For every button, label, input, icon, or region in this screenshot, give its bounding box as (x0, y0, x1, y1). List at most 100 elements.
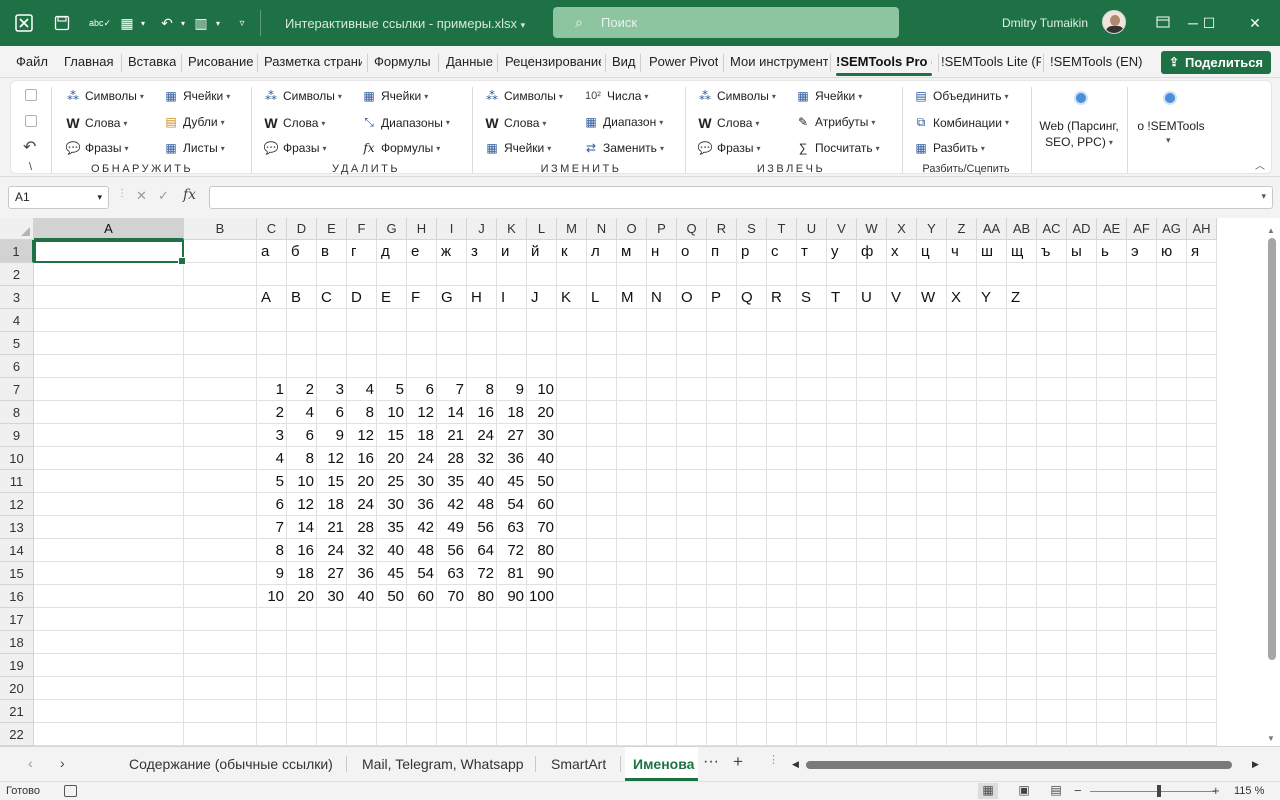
split-split-button[interactable]: ▦ Разбить ▾ (913, 141, 985, 155)
change-range-button[interactable]: ▦ Диапазон ▾ (583, 115, 663, 129)
cell[interactable]: 9 (317, 424, 347, 447)
cell[interactable]: 24 (467, 424, 497, 447)
column-header[interactable]: F (347, 218, 377, 240)
cell[interactable]: ш (977, 240, 1007, 263)
cell[interactable]: 40 (467, 470, 497, 493)
checkbox[interactable] (25, 115, 37, 127)
cell[interactable]: щ (1007, 240, 1037, 263)
detect-words-button[interactable]: W Слова ▾ (65, 115, 127, 131)
cell[interactable]: S (797, 286, 827, 309)
cell[interactable]: 70 (527, 516, 557, 539)
cell[interactable]: л (587, 240, 617, 263)
tab-page-layout[interactable]: Разметка страни (264, 54, 362, 69)
cell[interactable]: ю (1157, 240, 1187, 263)
cell[interactable]: L (587, 286, 617, 309)
cell[interactable]: 18 (317, 493, 347, 516)
cell[interactable]: 40 (527, 447, 557, 470)
cell[interactable]: U (857, 286, 887, 309)
tab-draw[interactable]: Рисование (188, 54, 253, 69)
cell[interactable]: O (677, 286, 707, 309)
cell[interactable]: 8 (257, 539, 287, 562)
cell[interactable]: 20 (527, 401, 557, 424)
row-header[interactable]: 12 (0, 493, 34, 516)
cell[interactable]: 54 (497, 493, 527, 516)
cell[interactable]: 12 (407, 401, 437, 424)
cell[interactable]: 28 (437, 447, 467, 470)
chevron-down-icon[interactable]: ▾ (137, 12, 149, 34)
cell[interactable]: 16 (347, 447, 377, 470)
cell[interactable]: F (407, 286, 437, 309)
row-header[interactable]: 13 (0, 516, 34, 539)
cell[interactable]: 72 (497, 539, 527, 562)
vertical-scrollbar[interactable]: ▲ ▼ (1264, 226, 1280, 746)
column-header[interactable]: T (767, 218, 797, 240)
column-header[interactable]: L (527, 218, 557, 240)
checkbox[interactable] (25, 89, 37, 101)
cell[interactable]: E (377, 286, 407, 309)
cell[interactable]: V (887, 286, 917, 309)
column-header[interactable]: K (497, 218, 527, 240)
cell[interactable]: P (707, 286, 737, 309)
cell[interactable]: 4 (347, 378, 377, 401)
chevron-down-icon[interactable]: ▾ (1166, 135, 1171, 146)
cell[interactable]: 4 (287, 401, 317, 424)
cell[interactable]: ъ (1037, 240, 1067, 263)
spreadsheet-grid[interactable]: A B C D E F G H I J K L M N O P Q R S T U V W X Y Z AA AB AC AD AE AF AG… (0, 218, 1280, 746)
sheet-tab-mail[interactable]: Mail, Telegram, Whatsapp (362, 747, 524, 781)
columns-icon[interactable]: ▥ (191, 12, 211, 34)
row-header[interactable]: 15 (0, 562, 34, 585)
row-header[interactable]: 7 (0, 378, 34, 401)
undo-icon[interactable]: ↶ (157, 12, 177, 34)
cell[interactable]: 6 (317, 401, 347, 424)
select-all-button[interactable] (0, 218, 34, 240)
cell[interactable]: 60 (407, 585, 437, 608)
cell[interactable]: 36 (497, 447, 527, 470)
scroll-up-icon[interactable]: ▲ (1267, 226, 1275, 235)
extract-symbols-button[interactable]: ⁂ Символы ▾ (697, 89, 776, 103)
column-header[interactable]: Y (917, 218, 947, 240)
cell[interactable]: 20 (287, 585, 317, 608)
column-header[interactable]: W (857, 218, 887, 240)
zoom-out-button[interactable]: − (1074, 783, 1082, 798)
cell[interactable]: э (1127, 240, 1157, 263)
cell[interactable]: 8 (467, 378, 497, 401)
cell[interactable]: 63 (497, 516, 527, 539)
cell[interactable]: X (947, 286, 977, 309)
about-semtools-button[interactable]: о !SEMTools (1133, 119, 1209, 133)
cell[interactable]: 16 (467, 401, 497, 424)
detect-symbols-button[interactable]: ⁂ Символы ▾ (65, 89, 144, 103)
customize-toolbar-icon[interactable]: ▿ (234, 12, 250, 34)
row-header[interactable]: 9 (0, 424, 34, 447)
chevron-down-icon[interactable]: ▾ (212, 12, 224, 34)
undo-icon[interactable]: ↶ (23, 137, 36, 157)
cell[interactable]: 6 (407, 378, 437, 401)
cell[interactable]: о (677, 240, 707, 263)
cell[interactable]: 6 (257, 493, 287, 516)
horizontal-scrollbar[interactable]: ◀ ▶ (792, 756, 1262, 772)
cell[interactable]: 27 (317, 562, 347, 585)
cell[interactable]: 18 (287, 562, 317, 585)
vertical-scroll-thumb[interactable] (1268, 238, 1276, 660)
column-header[interactable]: Z (947, 218, 977, 240)
cell[interactable]: ц (917, 240, 947, 263)
column-header[interactable]: S (737, 218, 767, 240)
cell[interactable]: г (347, 240, 377, 263)
extract-count-button[interactable]: ∑ Посчитать ▾ (795, 141, 880, 155)
remove-cells-button[interactable]: ▦ Ячейки ▾ (361, 89, 428, 103)
cell[interactable]: 48 (407, 539, 437, 562)
cell[interactable]: N (647, 286, 677, 309)
column-header[interactable]: N (587, 218, 617, 240)
cell[interactable]: K (557, 286, 587, 309)
cell[interactable]: 4 (257, 447, 287, 470)
cell[interactable]: 28 (347, 516, 377, 539)
cell[interactable]: 14 (437, 401, 467, 424)
change-replace-button[interactable]: ⇄ Заменить ▾ (583, 141, 664, 155)
column-header[interactable]: B (184, 218, 257, 240)
tab-my-tools[interactable]: Мои инструмент (730, 54, 828, 69)
cell[interactable]: 42 (407, 516, 437, 539)
cell[interactable]: 10 (257, 585, 287, 608)
column-header[interactable]: J (467, 218, 497, 240)
zoom-in-button[interactable]: + (1212, 783, 1220, 798)
scroll-right-icon[interactable]: ▶ (1252, 759, 1259, 770)
tab-data[interactable]: Данные (446, 54, 493, 69)
